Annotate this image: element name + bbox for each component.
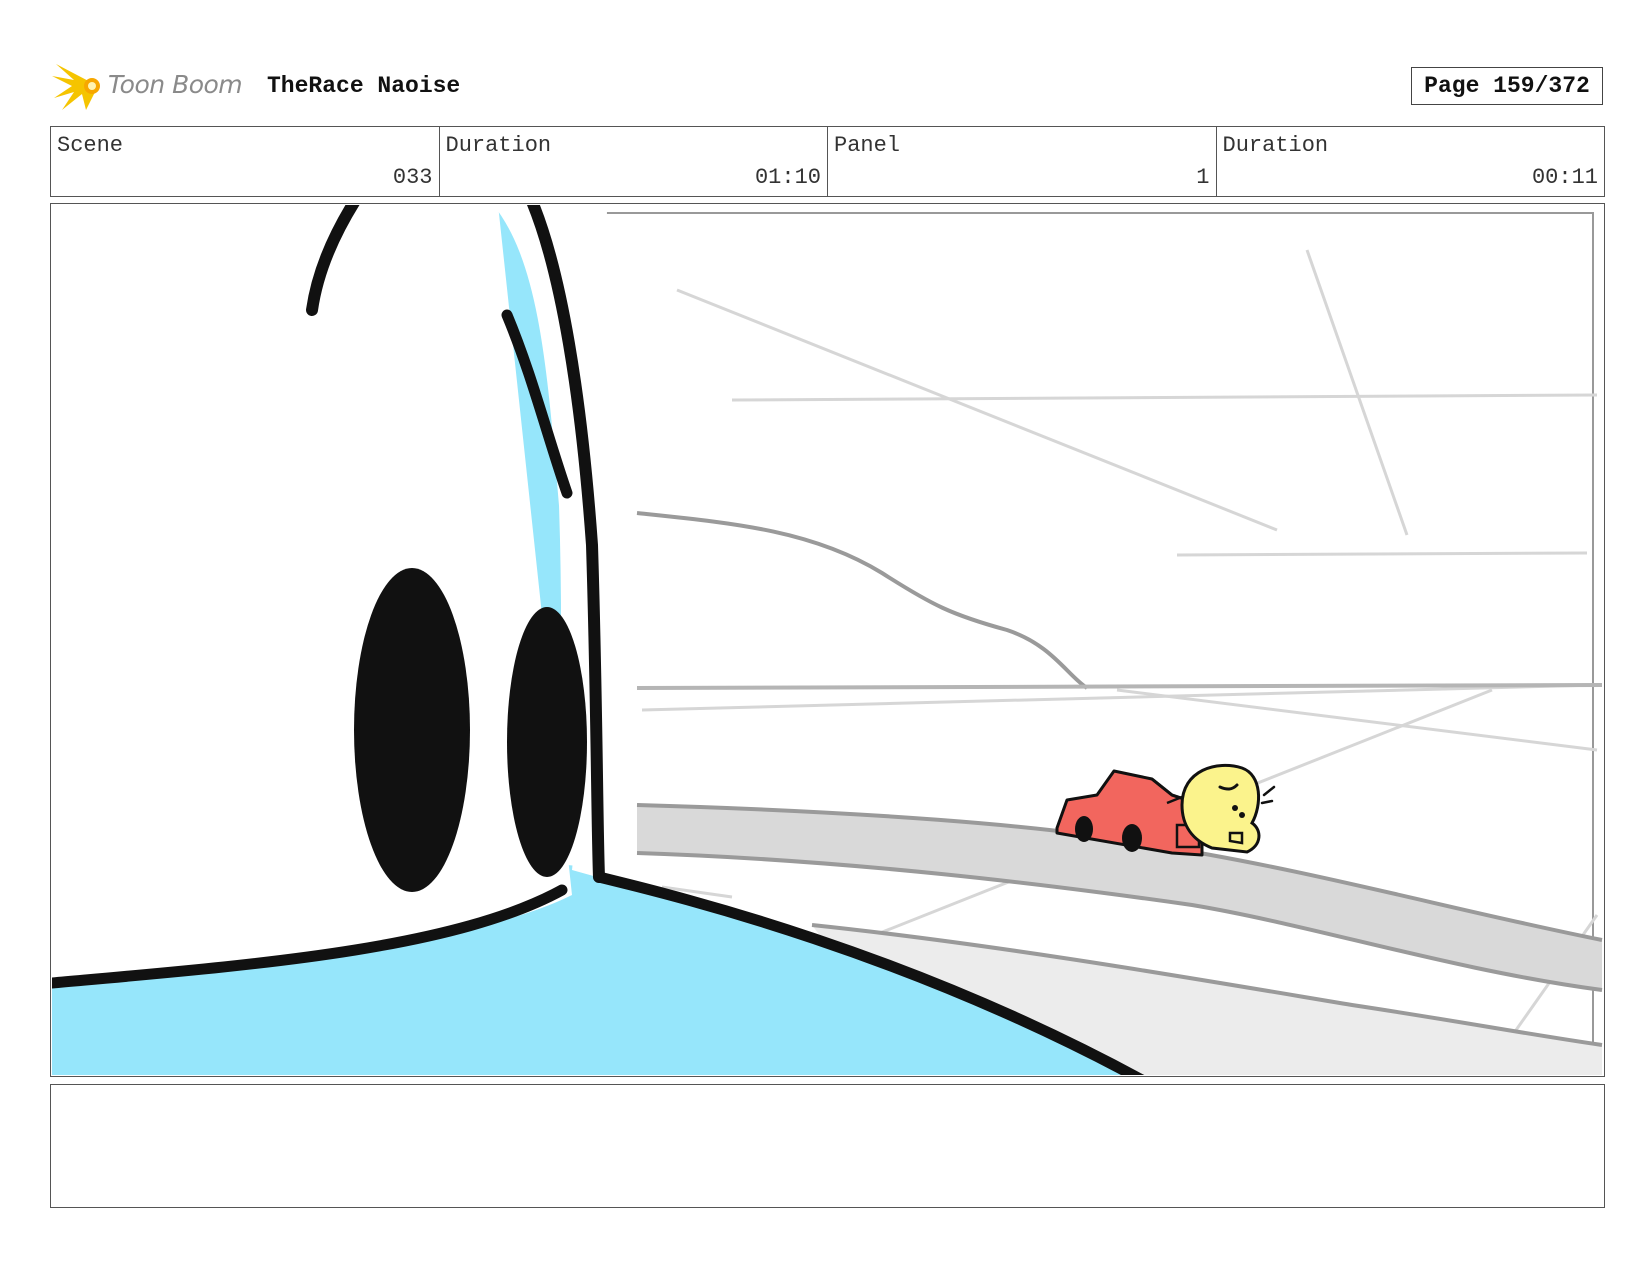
starburst-icon	[52, 64, 100, 110]
drop-eye-left	[354, 568, 470, 892]
panel-value: 1	[1196, 165, 1210, 190]
panel-notes-box	[50, 1084, 1605, 1208]
panel-label: Panel	[834, 133, 901, 158]
scene-value: 033	[392, 165, 433, 190]
drop-eye-right	[507, 607, 587, 877]
scene-info-table: Scene 033 Duration 01:10 Panel 1 Duratio…	[50, 126, 1605, 197]
logo-wordmark: Toon Boom	[108, 70, 243, 99]
panel-duration-label: Duration	[1222, 133, 1329, 158]
scene-duration-cell: Duration 01:10	[440, 127, 828, 196]
panel-duration-cell: Duration 00:11	[1217, 127, 1605, 196]
scene-label: Scene	[57, 133, 124, 158]
scene-duration-label: Duration	[445, 133, 552, 158]
scene-cell: Scene 033	[51, 127, 440, 196]
panel-cell: Panel 1	[828, 127, 1217, 196]
storyboard-panel-drawing	[52, 205, 1603, 1075]
scene-duration-value: 01:10	[754, 165, 821, 190]
panel-duration-value: 00:11	[1531, 165, 1598, 190]
page-indicator: Page 159/372	[1411, 67, 1603, 105]
project-title: TheRace Naoise	[267, 73, 461, 99]
